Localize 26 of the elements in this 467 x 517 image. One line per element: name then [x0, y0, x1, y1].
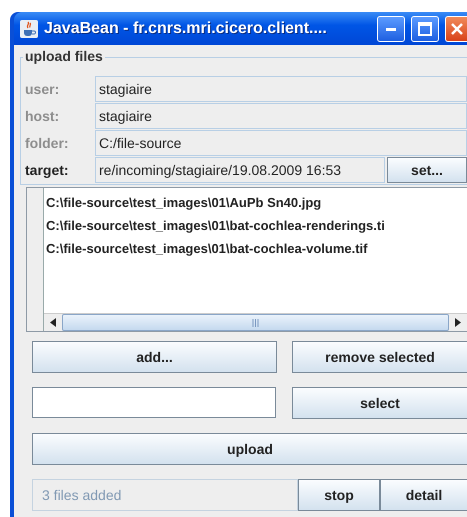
- add-button[interactable]: add...: [32, 341, 277, 373]
- file-list-item[interactable]: C:\file-source\test_images\01\bat-cochlea-volume.tif: [46, 237, 467, 260]
- upload-button[interactable]: upload: [32, 433, 467, 465]
- field-label: folder:: [25, 134, 70, 153]
- close-icon: [448, 20, 464, 36]
- minimize-button[interactable]: [377, 16, 405, 42]
- text-field[interactable]: re/incoming/stagiaire/19.08.2009 16:53: [95, 157, 385, 183]
- close-button[interactable]: [445, 16, 467, 42]
- minimize-icon: [386, 26, 396, 30]
- set-button[interactable]: set...: [387, 157, 467, 183]
- field-label: host:: [25, 107, 60, 126]
- maximize-button[interactable]: [411, 16, 439, 42]
- file-list-item[interactable]: C:\file-source\test_images\01\AuPb Sn40.jpg: [46, 191, 467, 214]
- coffee-cup-icon: [20, 20, 38, 38]
- field-label: user:: [25, 80, 60, 99]
- input-field[interactable]: [32, 387, 276, 418]
- stop-button[interactable]: stop: [298, 479, 380, 511]
- field-label: target:: [25, 161, 70, 180]
- file-list-item[interactable]: C:\file-source\test_images\01\bat-cochlea-renderings.ti: [46, 214, 467, 237]
- status-field: 3 files added: [32, 479, 298, 511]
- detail-button[interactable]: detail: [380, 479, 467, 511]
- window-title: JavaBean - fr.cnrs.mri.cicero.client....: [44, 18, 327, 38]
- maximize-icon: [418, 22, 432, 36]
- remove-selected-button[interactable]: remove selected: [292, 341, 467, 373]
- select-button[interactable]: select: [292, 387, 467, 419]
- file-list[interactable]: C:\file-source\test_images\01\AuPb Sn40.jpg C:\file-source\test_images\01\bat-cochlea-renderings.ti C:\file-source\test_images\01\bat-cochlea-volume.tif: [26, 187, 467, 332]
